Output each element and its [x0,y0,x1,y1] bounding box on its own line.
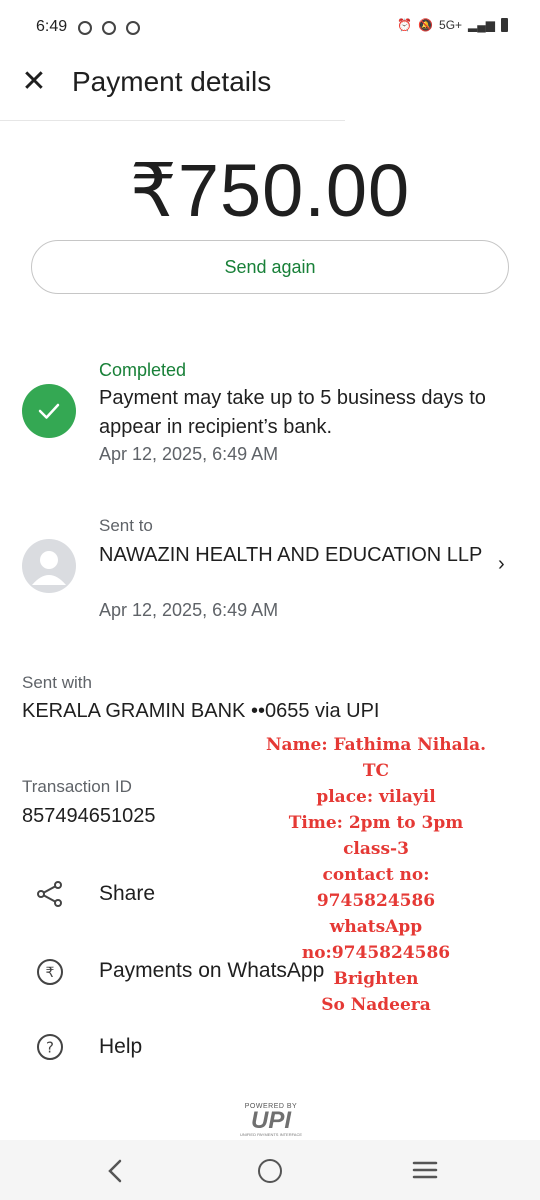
check-icon [22,384,76,438]
sent-with-label: Sent with [22,673,92,692]
help-button[interactable]: Help [99,1035,142,1059]
upi-wordmark: UPI [250,1107,291,1134]
upi-logo: POWERED BY UPI UNIFIED PAYMENTS INTERFAC… [226,1103,316,1137]
share-icon[interactable] [36,880,64,908]
notification-icon [126,21,140,35]
mute-icon: 🔕 [418,18,434,32]
avatar [22,539,76,593]
note-line: TC [362,761,390,781]
note-line: Brighten [333,969,419,989]
battery-icon [501,18,508,32]
note-line: Name: Fathima Nihala. [265,735,487,755]
recent-apps-icon[interactable] [412,1160,438,1180]
status-icons: ⏰ 🔕 5G+ ▂▄▆ [397,18,508,32]
note-line: 9745824586 [316,891,436,911]
svg-text:?: ? [46,1039,54,1057]
alarm-icon: ⏰ [397,18,413,32]
home-icon[interactable] [258,1159,282,1183]
network-label: 5G+ [439,18,463,32]
bank-account: KERALA GRAMIN BANK ••0655 via UPI [22,700,380,722]
back-icon[interactable] [100,1152,130,1190]
note-line: Time: 2pm to 3pm [288,813,464,833]
note-line: no:9745824586 [301,943,451,963]
note-line: class-3 [343,839,409,859]
svg-text:₹: ₹ [46,965,55,981]
rupee-icon[interactable]: ₹ [36,958,64,986]
note-line: whatsApp [329,917,423,937]
status-date: Apr 12, 2025, 6:49 AM [99,444,279,464]
notification-icon [78,21,92,35]
upi-subtitle: UNIFIED PAYMENTS INTERFACE [239,1132,303,1137]
recipient-name[interactable]: NAWAZIN HEALTH AND EDUCATION LLP [99,541,499,569]
note-line: So Nadeera [321,995,431,1015]
help-icon[interactable]: ? [36,1033,64,1061]
note-line: place: vilayil [316,787,436,807]
transaction-id-label: Transaction ID [22,777,132,796]
share-button[interactable]: Share [99,882,155,906]
sent-to-label: Sent to [99,516,153,535]
note-line: contact no: [322,865,430,885]
recipient-date: Apr 12, 2025, 6:49 AM [99,600,279,620]
status-time: 6:49 [36,18,68,35]
chevron-right-icon[interactable]: › [498,553,505,576]
notification-icon [102,21,116,35]
signal-icon: ▂▄▆ [468,18,495,32]
payment-amount: ₹750.00 [129,149,411,232]
header-divider [0,120,345,121]
close-icon[interactable]: ✕ [18,66,50,98]
overlay-note: Name: Fathima Nihala. TC place: vilayil … [250,732,502,1018]
status-message: Payment may take up to 5 business days t… [99,387,486,438]
status-label: Completed [99,360,187,380]
page-title: Payment details [72,66,272,97]
transaction-id-value: 857494651025 [22,805,156,827]
send-again-button[interactable]: Send again [31,240,509,294]
